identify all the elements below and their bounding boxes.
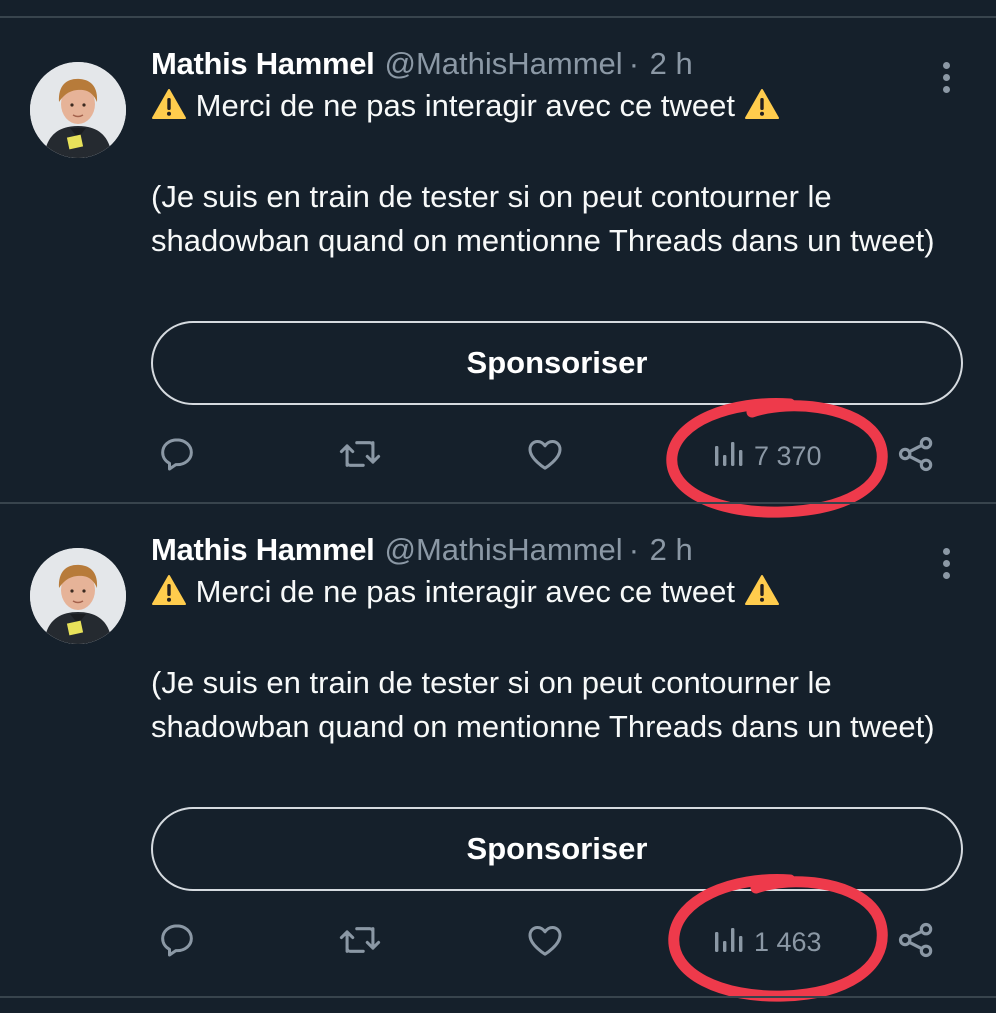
like-icon[interactable]	[525, 920, 565, 964]
author-handle[interactable]: @MathisHammel	[385, 46, 623, 81]
views-counter[interactable]: 7 370	[712, 434, 822, 478]
retweet-icon[interactable]	[339, 920, 381, 964]
sponsor-button[interactable]: Sponsoriser	[151, 807, 963, 891]
avatar[interactable]	[30, 548, 126, 644]
reply-icon[interactable]	[157, 920, 197, 964]
share-icon[interactable]	[896, 920, 936, 964]
tweet-header: Mathis Hammel @MathisHammel · 2 h	[151, 530, 693, 570]
tweet-header: Mathis Hammel @MathisHammel · 2 h	[151, 44, 693, 84]
like-icon[interactable]	[525, 434, 565, 478]
timestamp[interactable]: 2 h	[650, 46, 693, 81]
tweet-text-line: Merci de ne pas interagir avec ce tweet	[195, 88, 735, 123]
views-icon	[712, 436, 746, 477]
retweet-icon[interactable]	[339, 434, 381, 478]
tweet-text: Merci de ne pas interagir avec ce tweet …	[151, 84, 941, 262]
views-count: 7 370	[754, 440, 822, 471]
tweet-text-paragraph: (Je suis en train de tester si on peut c…	[151, 665, 935, 744]
warning-icon	[151, 574, 187, 618]
warning-icon	[744, 88, 780, 132]
avatar[interactable]	[30, 62, 126, 158]
tweet-text-paragraph: (Je suis en train de tester si on peut c…	[151, 179, 935, 258]
warning-icon	[744, 574, 780, 618]
author-name[interactable]: Mathis Hammel	[151, 532, 375, 567]
bottom-divider	[0, 996, 996, 998]
separator-dot: ·	[628, 46, 640, 81]
reply-icon[interactable]	[157, 434, 197, 478]
author-handle[interactable]: @MathisHammel	[385, 532, 623, 567]
tweet[interactable]: Mathis Hammel @MathisHammel · 2 h Merci de…	[0, 504, 996, 1002]
timestamp[interactable]: 2 h	[650, 532, 693, 567]
views-count: 1 463	[754, 926, 822, 957]
separator-dot: ·	[628, 532, 640, 567]
warning-icon	[151, 88, 187, 132]
tweet[interactable]: Mathis Hammel @MathisHammel · 2 h Merci de…	[0, 18, 996, 518]
share-icon[interactable]	[896, 434, 936, 478]
views-counter[interactable]: 1 463	[712, 920, 822, 964]
sponsor-button[interactable]: Sponsoriser	[151, 321, 963, 405]
views-icon	[712, 922, 746, 963]
tweet-text: Merci de ne pas interagir avec ce tweet …	[151, 570, 941, 748]
tweet-text-line: Merci de ne pas interagir avec ce tweet	[195, 574, 735, 609]
author-name[interactable]: Mathis Hammel	[151, 46, 375, 81]
